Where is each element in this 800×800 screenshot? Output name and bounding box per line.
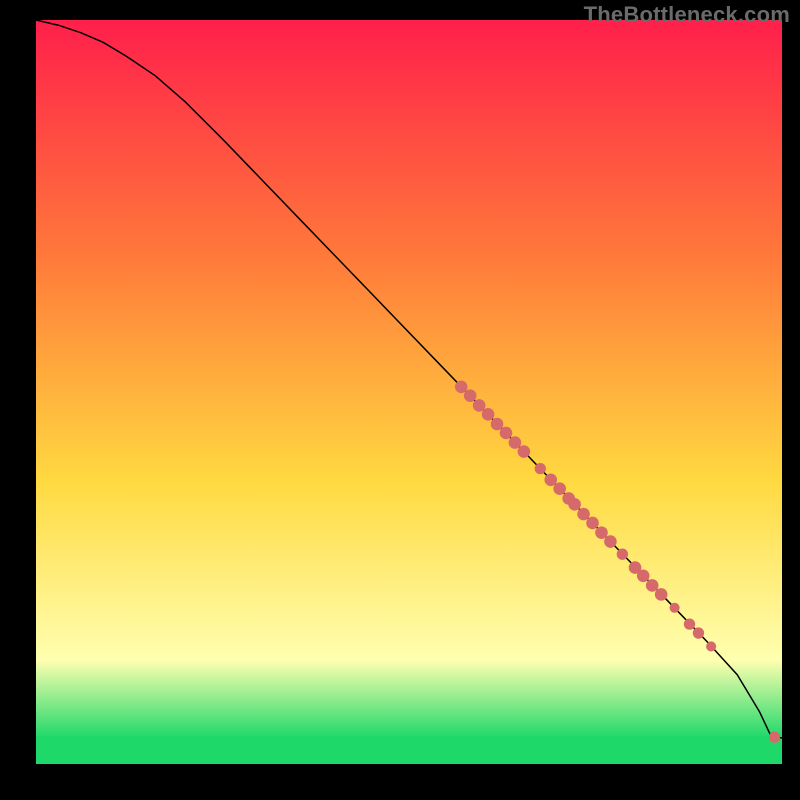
scatter-dot (455, 380, 468, 393)
chart-svg (0, 0, 800, 800)
scatter-dot (553, 482, 566, 495)
scatter-dot (670, 603, 680, 613)
watermark-label: TheBottleneck.com (584, 2, 790, 28)
scatter-dot (604, 535, 617, 548)
scatter-dot (577, 508, 590, 521)
scatter-dot (473, 399, 486, 412)
scatter-dot (769, 732, 780, 743)
scatter-dot (509, 436, 522, 449)
scatter-dot (464, 389, 477, 402)
plot-background (36, 20, 782, 764)
scatter-dot (544, 473, 557, 486)
scatter-dot (500, 427, 513, 440)
scatter-dot (491, 418, 504, 431)
chart-stage: TheBottleneck.com (0, 0, 800, 800)
scatter-dot (706, 641, 716, 651)
scatter-dot (586, 517, 599, 530)
scatter-dot (646, 579, 659, 592)
scatter-dot (568, 498, 581, 511)
scatter-dot (518, 445, 531, 458)
scatter-dot (655, 588, 668, 601)
scatter-dot (482, 408, 495, 421)
scatter-dot (693, 627, 704, 638)
scatter-dot (637, 569, 650, 582)
scatter-dot (595, 526, 608, 539)
scatter-dot (684, 618, 695, 629)
scatter-dot (535, 463, 546, 474)
scatter-dot (617, 549, 628, 560)
